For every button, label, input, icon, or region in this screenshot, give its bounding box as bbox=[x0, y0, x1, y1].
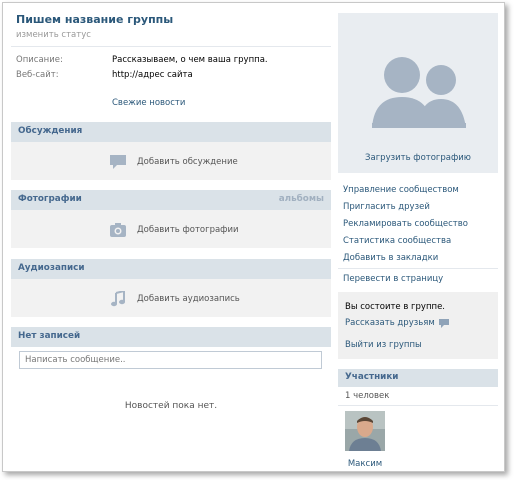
empty-wall-text: Новостей пока нет. bbox=[124, 401, 218, 411]
discussions-title: Обсуждения bbox=[18, 126, 83, 136]
upload-photo-link[interactable]: Загрузить фотографию bbox=[338, 153, 498, 163]
posts-header: Нет записей bbox=[11, 327, 331, 347]
camera-icon bbox=[109, 222, 127, 238]
members-title: Участники bbox=[345, 372, 399, 382]
avatar[interactable] bbox=[345, 411, 385, 451]
group-photo-placeholder[interactable]: Загрузить фотографию bbox=[338, 13, 498, 173]
group-title: Пишем название группы bbox=[16, 13, 174, 26]
members-header[interactable]: Участники bbox=[338, 369, 498, 387]
add-bookmark-link[interactable]: Добавить в закладки bbox=[343, 253, 438, 263]
group-page: Пишем название группы изменить статус Оп… bbox=[2, 2, 505, 472]
community-stats-link[interactable]: Статистика сообщества bbox=[343, 236, 451, 246]
convert-to-page-link[interactable]: Перевести в страницу bbox=[343, 274, 443, 284]
divider bbox=[338, 405, 498, 406]
speech-bubble-icon bbox=[438, 318, 449, 328]
divider bbox=[11, 46, 331, 47]
add-audio-label: Добавить аудиозапись bbox=[137, 294, 240, 304]
description-label: Описание: bbox=[16, 55, 63, 65]
leave-group-link[interactable]: Выйти из группы bbox=[345, 340, 422, 350]
photos-body: Добавить фотографии bbox=[11, 210, 331, 248]
discussions-body: Добавить обсуждение bbox=[11, 142, 331, 180]
change-status-link[interactable]: изменить статус bbox=[16, 30, 91, 40]
membership-box: Вы состоите в группе. Рассказать друзьям… bbox=[338, 292, 498, 359]
posts-title: Нет записей bbox=[18, 331, 81, 341]
audio-header[interactable]: Аудиозаписи bbox=[11, 259, 331, 279]
albums-link[interactable]: альбомы bbox=[279, 194, 324, 204]
manage-community-link[interactable]: Управление сообществом bbox=[343, 185, 459, 195]
website-value[interactable]: http://адрес сайта bbox=[112, 70, 193, 80]
add-photos-button[interactable]: Добавить фотографии bbox=[109, 222, 239, 238]
membership-status: Вы состоите в группе. bbox=[345, 302, 445, 312]
audio-title: Аудиозаписи bbox=[18, 263, 85, 273]
speech-bubble-icon bbox=[109, 154, 127, 170]
description-value: Рассказываем, о чем ваша группа. bbox=[112, 55, 268, 65]
advertise-community-link[interactable]: Рекламировать сообщество bbox=[343, 219, 468, 229]
add-discussion-label: Добавить обсуждение bbox=[137, 157, 238, 167]
member-name[interactable]: Максим bbox=[345, 459, 385, 469]
tell-friends-link[interactable]: Рассказать друзьям bbox=[345, 318, 449, 328]
people-silhouette-icon bbox=[372, 57, 466, 128]
invite-friends-link[interactable]: Пригласить друзей bbox=[343, 202, 430, 212]
add-discussion-button[interactable]: Добавить обсуждение bbox=[109, 154, 238, 170]
latest-news-link[interactable]: Свежие новости bbox=[112, 98, 185, 108]
music-note-icon bbox=[109, 289, 127, 307]
add-photos-label: Добавить фотографии bbox=[137, 225, 239, 235]
photos-header[interactable]: Фотографии альбомы bbox=[11, 190, 331, 210]
photos-title: Фотографии bbox=[18, 194, 82, 204]
members-count: 1 человек bbox=[345, 391, 390, 401]
divider bbox=[338, 268, 498, 269]
discussions-header[interactable]: Обсуждения bbox=[11, 122, 331, 142]
add-audio-button[interactable]: Добавить аудиозапись bbox=[109, 289, 240, 307]
share-label: Рассказать друзьям bbox=[345, 318, 435, 328]
website-label: Веб-сайт: bbox=[16, 70, 59, 80]
post-message-input[interactable] bbox=[19, 351, 322, 369]
audio-body: Добавить аудиозапись bbox=[11, 279, 331, 317]
